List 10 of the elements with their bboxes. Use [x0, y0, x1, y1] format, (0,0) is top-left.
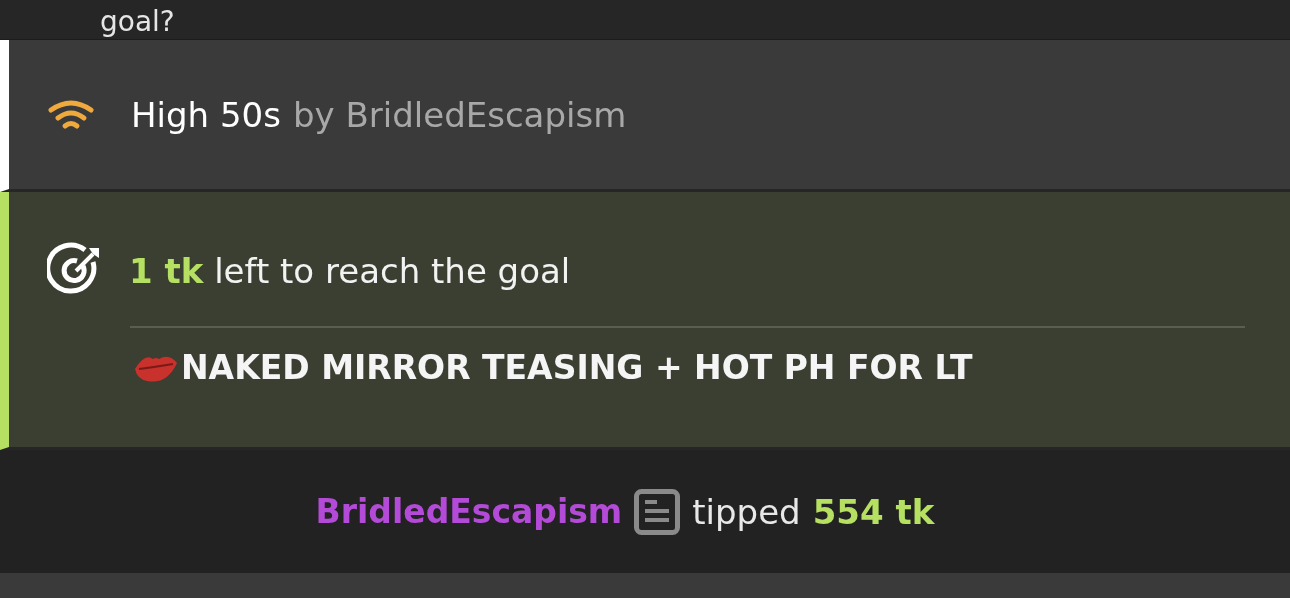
goal-status: 1 tk left to reach the goal [129, 251, 571, 291]
broadcast-icon [47, 97, 95, 132]
username-link[interactable]: BridledEscapism [315, 492, 623, 531]
tip-amount: 554 tk [812, 491, 935, 532]
document-icon [634, 488, 681, 535]
message-text: goal? [100, 5, 175, 39]
song-credit: by BridledEscapism [292, 94, 627, 135]
tip-action: tipped [692, 491, 801, 532]
goal-title: NAKED MIRROR TEASING + HOT PH FOR LT [181, 348, 973, 387]
song-title: High 50s [131, 94, 281, 135]
